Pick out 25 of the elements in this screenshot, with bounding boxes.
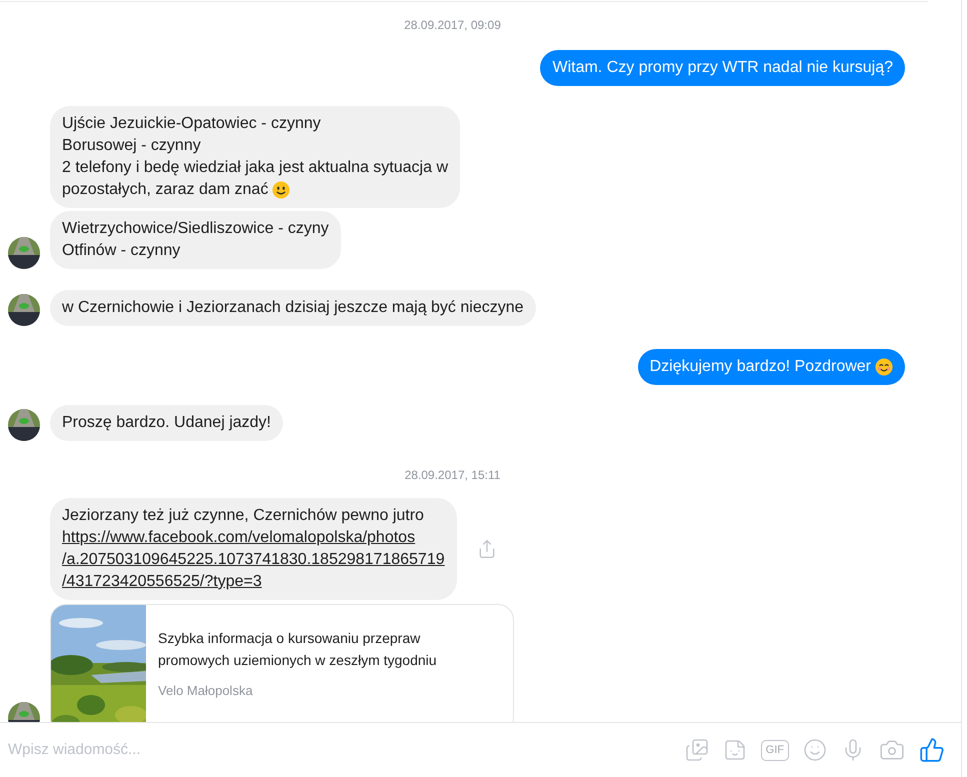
emoji-icon[interactable]	[803, 738, 827, 762]
message-text: Jeziorzany też już czynne, Czernichów pewno jutro	[62, 506, 424, 526]
photos-icon[interactable]	[684, 738, 709, 762]
message-text: Wietrzychowice/Siedliszowice - czyny	[62, 219, 329, 239]
message-input[interactable]: Wpisz wiadomość...	[8, 738, 685, 762]
link-preview-card[interactable]: Szybka informacja o kursowaniu przepraw promowych uziemionych w zeszłym tygodniu Velo Małopolska	[50, 604, 514, 722]
message-text: Proszę bardzo. Udanej jazdy!	[62, 413, 271, 433]
message-text: Witam. Czy promy przy WTR nadal nie kursują?	[552, 58, 893, 78]
preview-source: Velo Małopolska	[158, 682, 254, 700]
avatar	[8, 409, 40, 441]
link[interactable]: /a.207503109645225.1073741830.185298171865719	[62, 549, 445, 571]
link[interactable]: /431723420556525/?type=3	[62, 571, 262, 593]
avatar	[8, 294, 40, 326]
timestamp: 28.09.2017, 09:09	[404, 17, 501, 34]
message-text: pozostałych, zaraz dam znać	[62, 180, 268, 200]
link[interactable]: https://www.facebook.com/velomalopolska/photos	[62, 527, 416, 549]
message-text: Otfinów - czynny	[62, 241, 180, 261]
avatar	[8, 237, 40, 269]
preview-title: Szybka informacja o kursowaniu przepraw promowych uziemionych w zeszłym tygodniu	[158, 629, 437, 670]
message-text: Dziękujemy bardzo! Pozdrower	[650, 357, 871, 377]
message-text: w Czernichowie i Jeziorzanach dzisiaj jeszcze mają być nieczyne	[62, 298, 524, 318]
sticker-icon[interactable]	[722, 738, 747, 762]
thumbs-up-icon[interactable]	[919, 737, 945, 763]
timestamp: 28.09.2017, 15:11	[404, 467, 500, 484]
share-icon[interactable]	[476, 539, 497, 559]
